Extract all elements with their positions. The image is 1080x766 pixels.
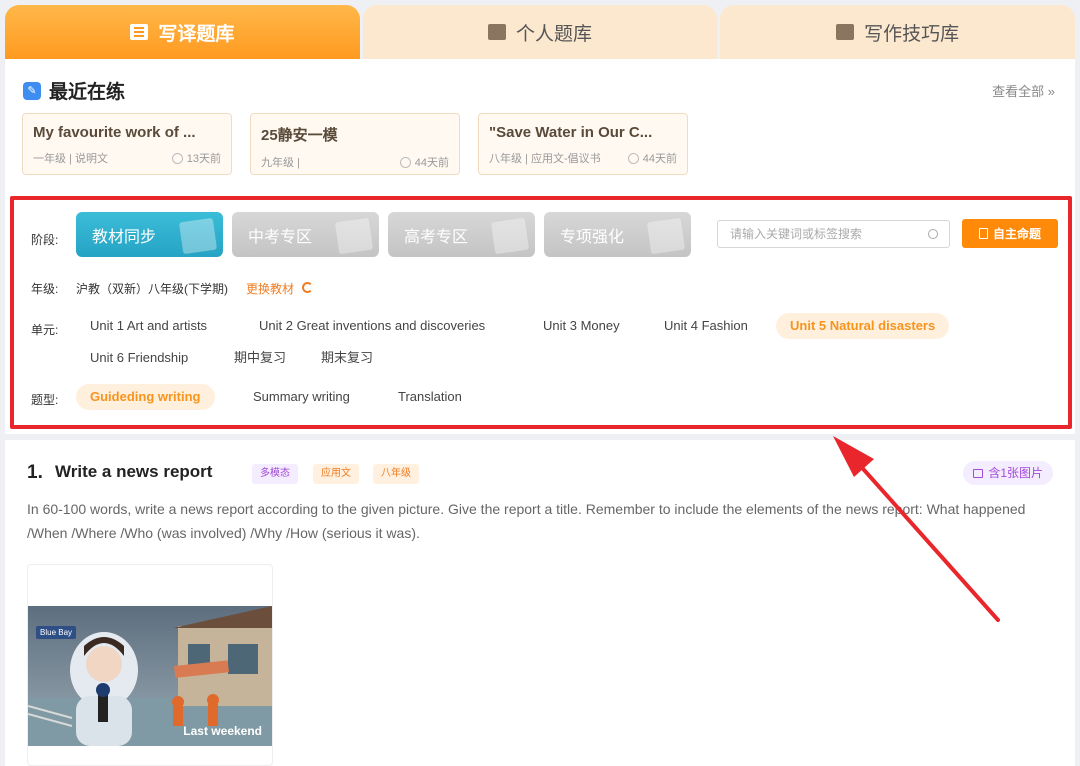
refresh-icon[interactable] (302, 282, 313, 293)
stage-label-text: 教材同步 (92, 228, 157, 246)
tag-multimodal: 多模态 (252, 464, 298, 484)
top-tabs: 写译题库 个人题库 写作技巧库 (5, 5, 1076, 59)
stage-special-training[interactable]: 专项强化 (544, 212, 691, 257)
recent-header: ✎ 最近在练 (23, 77, 125, 104)
card-title: My favourite work of ... (33, 124, 196, 141)
card-title: "Save Water in Our C... (489, 124, 653, 141)
view-all-link[interactable]: 查看全部 » (992, 81, 1055, 100)
street-sign: Blue Bay (36, 626, 77, 639)
edit-icon (836, 24, 855, 40)
type-label: 题型: (31, 393, 59, 407)
image-thumbnail[interactable]: Blue Bay Last weekend (27, 564, 273, 766)
card-meta: 一年级 | 说明文 (33, 153, 108, 165)
unit-chip[interactable]: Unit 3 Money (529, 313, 634, 339)
grade-label: 年级: (31, 282, 59, 296)
stage-label-text: 中考专区 (248, 228, 313, 246)
tab-personal-bank[interactable]: 个人题库 (362, 5, 718, 59)
card-time: 44天前 (642, 153, 677, 165)
tab-label: 写作技巧库 (864, 23, 960, 45)
stage-label-text: 专项强化 (560, 228, 625, 246)
tab-writing-skills[interactable]: 写作技巧库 (720, 5, 1076, 59)
search-input[interactable] (717, 220, 950, 248)
image-count-text: 含1张图片 (988, 466, 1043, 480)
book-icon (178, 217, 218, 255)
grade-value: 沪教（双新）八年级(下学期) (76, 282, 228, 296)
clock-icon (627, 153, 639, 164)
recent-card[interactable]: My favourite work of ... 一年级 | 说明文 13天前 (22, 113, 232, 175)
image-icon (488, 24, 506, 40)
recent-card[interactable]: 25静安一模 九年级 | 44天前 (250, 113, 460, 175)
picture-icon (973, 468, 984, 478)
question-title[interactable]: Write a news report (55, 462, 212, 482)
change-textbook-link[interactable]: 更换教材 (246, 280, 294, 297)
card-meta: 九年级 | (261, 157, 300, 169)
type-chip-active[interactable]: Guideding writing (76, 384, 215, 410)
stage-label: 阶段: (31, 233, 59, 247)
tag-practical: 应用文 (313, 464, 359, 484)
type-chip[interactable]: Translation (384, 384, 476, 410)
document-icon (978, 228, 988, 239)
card-time: 44天前 (414, 157, 449, 169)
chart-icon (646, 217, 686, 255)
tab-writing-translation-bank[interactable]: 写译题库 (5, 5, 360, 59)
image-count-badge: 含1张图片 (963, 461, 1053, 485)
filter-panel: 阶段: 教材同步 中考专区 高考专区 专项强化 自主命题 (10, 196, 1072, 429)
main-panel: ✎ 最近在练 查看全部 » My favourite work of ... 一… (5, 59, 1075, 434)
pencil-icon: ✎ (23, 81, 41, 100)
storm-reporter-image: Blue Bay Last weekend (28, 606, 272, 746)
self-question-label: 自主命题 (992, 227, 1041, 241)
paper-icon (490, 217, 530, 255)
card-time: 13天前 (186, 153, 221, 165)
stage-college-exam[interactable]: 高考专区 (388, 212, 535, 257)
question-card: 1. Write a news report 多模态 应用文 八年级 含1张图片… (5, 440, 1075, 766)
stage-label-text: 高考专区 (404, 228, 469, 246)
tab-label: 个人题库 (516, 23, 593, 45)
search-icon[interactable] (928, 229, 938, 239)
tag-grade: 八年级 (373, 464, 419, 484)
list-icon (130, 24, 149, 40)
unit-chip[interactable]: 期中复习 (220, 345, 300, 371)
stage-buttons: 教材同步 中考专区 高考专区 专项强化 (76, 212, 691, 257)
clock-icon (171, 153, 183, 164)
unit-chip-active[interactable]: Unit 5 Natural disasters (776, 313, 950, 339)
unit-label: 单元: (31, 323, 59, 337)
clock-icon (399, 157, 411, 168)
tab-label: 写译题库 (158, 23, 235, 45)
unit-chip[interactable]: Unit 4 Fashion (650, 313, 762, 339)
question-body: In 60-100 words, write a news report acc… (27, 501, 1026, 541)
card-title: 25静安一模 (261, 127, 338, 144)
type-chip[interactable]: Summary writing (239, 384, 364, 410)
unit-chip[interactable]: Unit 6 Friendship (76, 345, 202, 371)
self-question-button[interactable]: 自主命题 (962, 219, 1058, 248)
question-number: 1. (27, 462, 43, 483)
stage-middle-exam[interactable]: 中考专区 (232, 212, 379, 257)
paper-icon (334, 217, 374, 255)
unit-chip[interactable]: Unit 2 Great inventions and discoveries (245, 313, 499, 339)
unit-chip[interactable]: Unit 1 Art and artists (76, 313, 221, 339)
stage-textbook-sync[interactable]: 教材同步 (76, 212, 223, 257)
card-meta: 八年级 | 应用文-倡议书 (489, 153, 601, 165)
recent-cards: My favourite work of ... 一年级 | 说明文 13天前 … (22, 113, 688, 175)
image-caption: Last weekend (183, 724, 262, 738)
recent-card[interactable]: "Save Water in Our C... 八年级 | 应用文-倡议书 44… (478, 113, 688, 175)
unit-chip[interactable]: 期末复习 (307, 345, 387, 371)
recent-title: 最近在练 (49, 82, 126, 103)
